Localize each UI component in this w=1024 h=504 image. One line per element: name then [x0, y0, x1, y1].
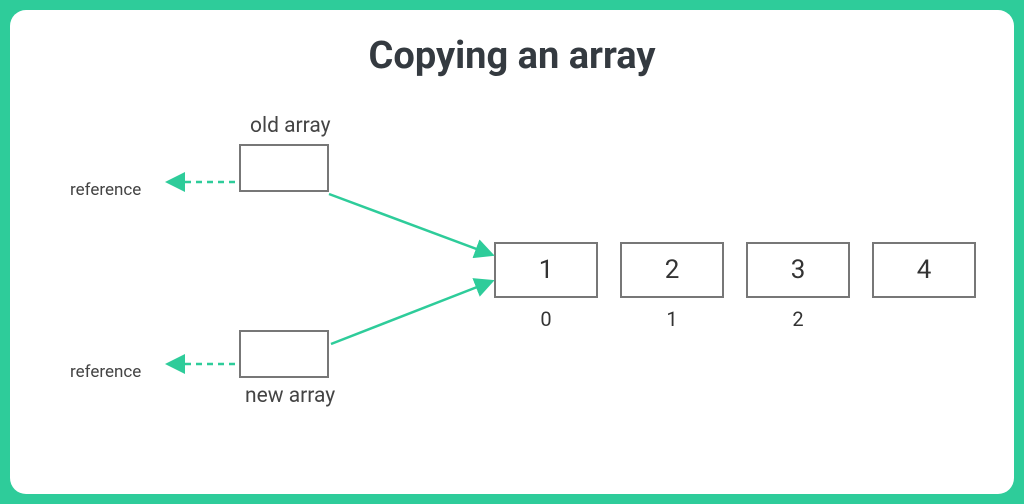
old-to-array-arrow-icon — [329, 194, 490, 254]
array-index: 0 — [494, 307, 598, 331]
old-array-reference-label: reference — [70, 180, 141, 200]
new-array-reference-label: reference — [70, 362, 141, 382]
old-array-label: old array — [250, 114, 331, 138]
array-index: 2 — [746, 307, 850, 331]
array-cell: 1 — [494, 242, 598, 298]
array-cell: 2 — [620, 242, 724, 298]
old-array-box — [239, 144, 329, 192]
array-index: 1 — [620, 307, 724, 331]
array-cell: 3 — [746, 242, 850, 298]
array-cell: 4 — [872, 242, 976, 298]
diagram-frame: Copying an array reference old array ref… — [10, 10, 1014, 494]
new-array-box — [239, 330, 329, 378]
new-to-array-arrow-icon — [331, 282, 490, 344]
new-array-label: new array — [245, 384, 335, 408]
diagram-title: Copying an array — [10, 34, 1014, 78]
